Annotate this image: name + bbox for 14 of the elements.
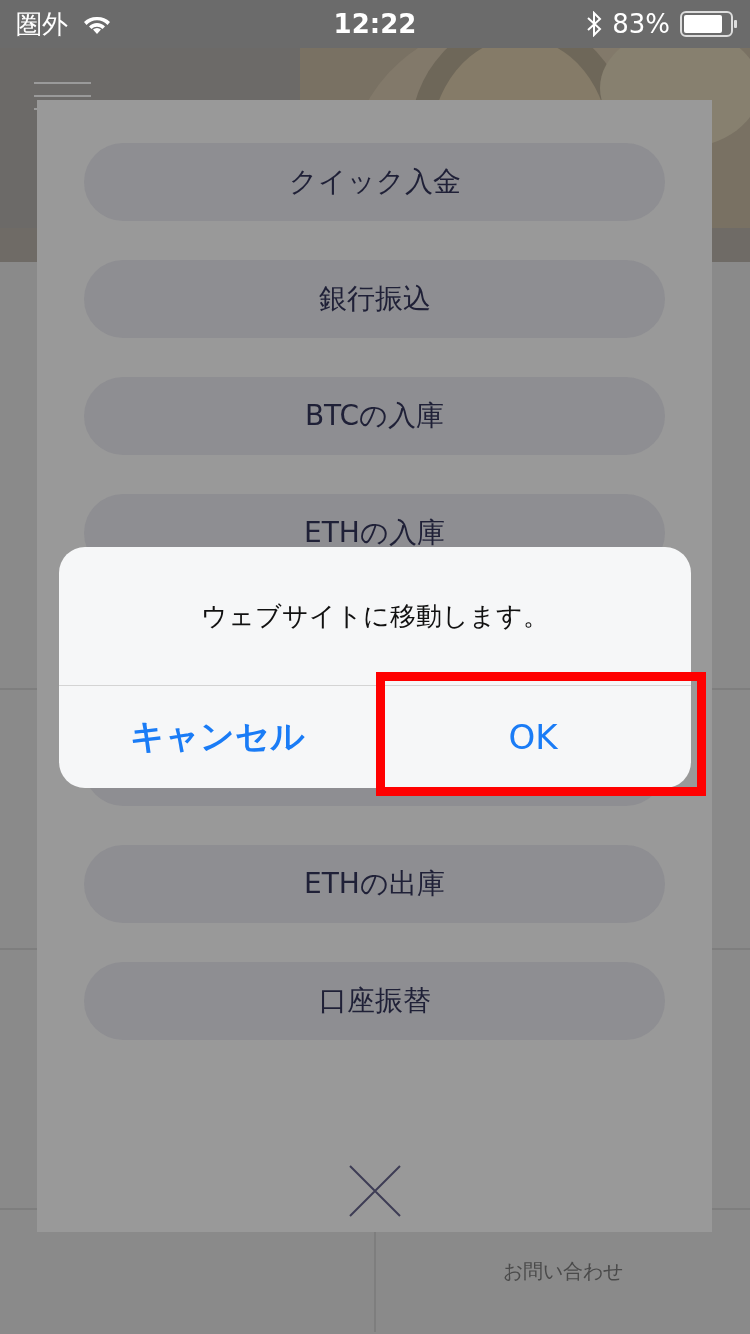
menu-button[interactable]: ETHの出庫 <box>84 845 665 923</box>
menu-button[interactable]: 銀行振込 <box>84 260 665 338</box>
menu-button[interactable]: 口座振替 <box>84 962 665 1040</box>
contact-link[interactable]: お問い合わせ <box>503 1257 623 1285</box>
battery-percent: 83% <box>612 9 670 39</box>
menu-button[interactable]: クイック入金 <box>84 143 665 221</box>
battery-icon <box>680 11 738 37</box>
carrier-text: 圏外 <box>16 7 68 41</box>
close-icon[interactable] <box>348 1165 401 1217</box>
cancel-button[interactable]: キャンセル <box>59 686 375 788</box>
clock-text: 12:22 <box>332 9 418 39</box>
bluetooth-icon <box>586 11 603 37</box>
menu-button[interactable]: BTCの入庫 <box>84 377 665 455</box>
ok-button[interactable]: OK <box>375 686 691 788</box>
